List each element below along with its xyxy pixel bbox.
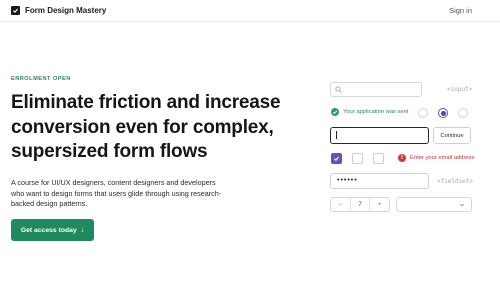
search-icon [335, 86, 342, 93]
headline-line: conversion even for complex, [11, 116, 274, 138]
checkbox-unchecked[interactable] [373, 153, 384, 164]
enrolment-badge: ENROLMENT OPEN [11, 76, 71, 82]
continue-button[interactable]: Continue [433, 127, 471, 144]
description-line: A course for UI/UX designers, content de… [11, 178, 216, 187]
brand-name: Form Design Mastery [25, 6, 107, 15]
quantity-stepper: − 7 + [330, 197, 390, 212]
checkbox-checked[interactable] [331, 153, 342, 164]
checkbox-logo-icon [11, 6, 20, 15]
course-description: A course for UI/UX designers, content de… [11, 178, 301, 210]
radio-option-2-selected[interactable] [438, 108, 448, 118]
error-icon: ! [398, 154, 406, 162]
headline-line: Eliminate friction and increase [11, 92, 281, 113]
arrow-down-icon: ↓ [80, 226, 85, 234]
site-header: Form Design Mastery Sign in [0, 0, 500, 22]
stepper-value[interactable]: 7 [349, 198, 371, 211]
get-access-label: Get access today [20, 226, 77, 234]
success-message: Your application was sent [331, 108, 409, 116]
stepper-increment-button[interactable]: + [370, 198, 389, 211]
input-tag-label: <input> [447, 86, 473, 93]
password-field[interactable]: •••••• [330, 173, 429, 189]
search-input[interactable] [330, 82, 422, 97]
stepper-decrement-button[interactable]: − [331, 198, 350, 211]
text-caret [336, 131, 337, 139]
radio-option-3[interactable] [458, 108, 468, 118]
get-access-button[interactable]: Get access today ↓ [11, 219, 94, 241]
fieldset-tag-label: <fieldset> [437, 178, 474, 185]
sign-in-link[interactable]: Sign in [449, 6, 472, 15]
description-line: who want to design forms that users glid… [11, 188, 222, 198]
focused-text-input[interactable] [330, 127, 429, 144]
radio-option-1[interactable] [418, 108, 428, 118]
check-circle-icon [331, 108, 339, 116]
brand-logo[interactable]: Form Design Mastery [11, 6, 106, 15]
error-message: ! Enter your email address [398, 154, 474, 162]
checkmark-icon [334, 156, 340, 162]
headline-line: supersized form flows [11, 141, 208, 162]
checkbox-unchecked[interactable] [352, 153, 363, 164]
error-text: Enter your email address [410, 155, 475, 161]
description-line: backed design patterns. [11, 199, 88, 209]
success-text: Your application was sent [343, 109, 409, 115]
select-dropdown[interactable] [396, 197, 472, 212]
chevron-down-icon [459, 203, 465, 207]
page-headline: Eliminate friction and increase conversi… [11, 91, 321, 165]
radio-dot-icon [440, 110, 446, 116]
